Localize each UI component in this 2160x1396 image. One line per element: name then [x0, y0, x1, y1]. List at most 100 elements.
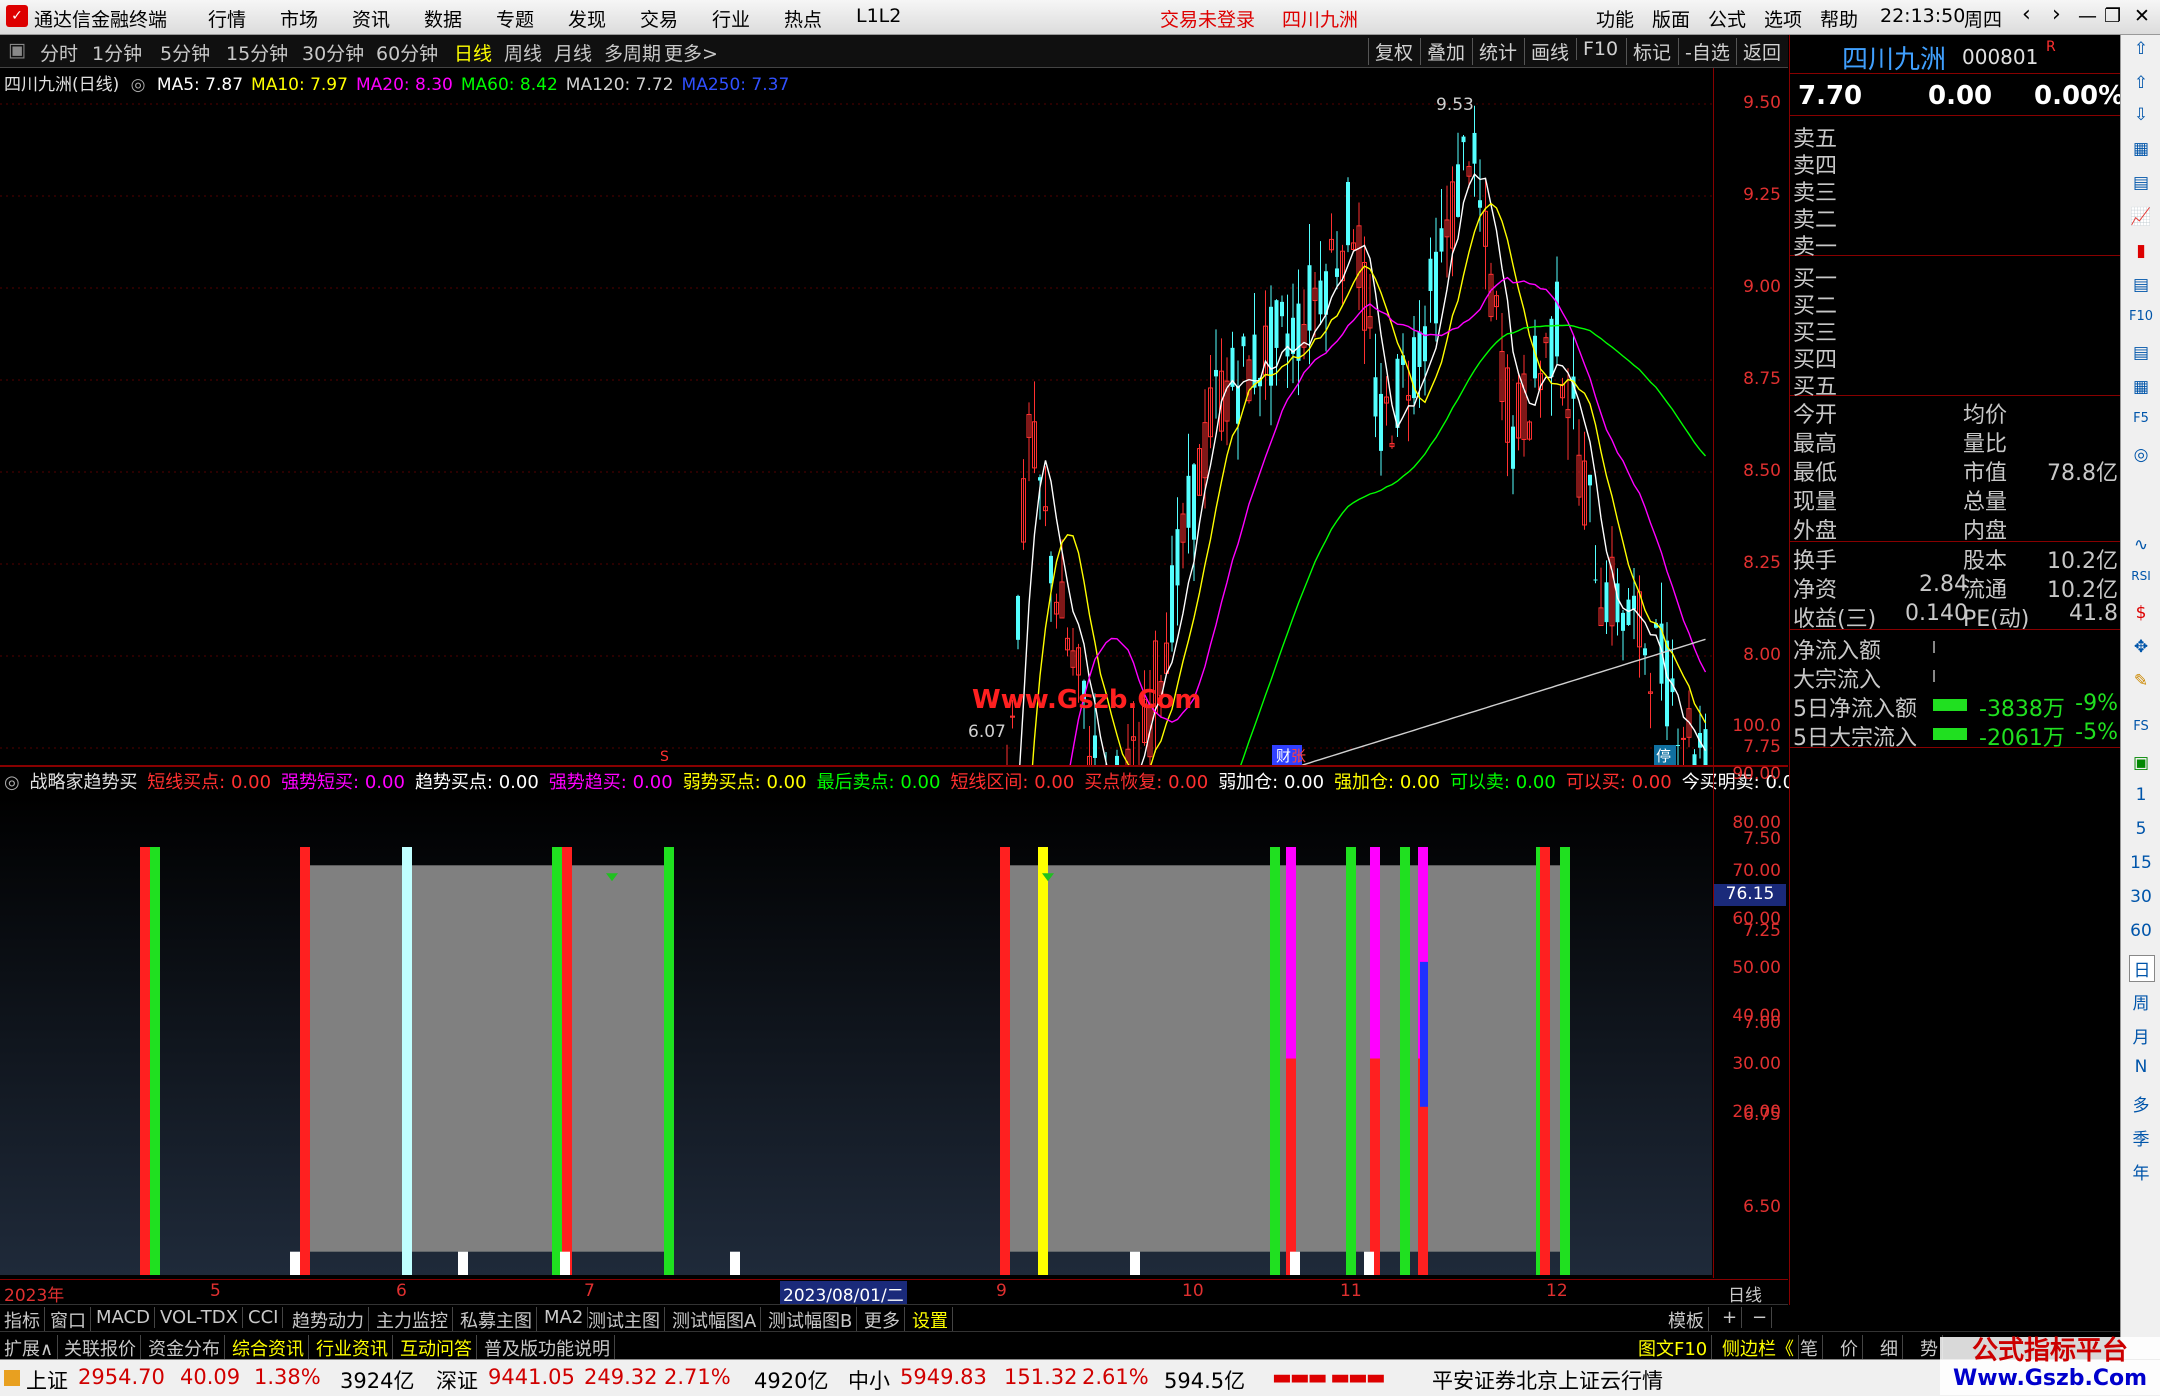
menu-trade[interactable]: 交易 — [640, 5, 678, 32]
period-month[interactable]: 月线 — [554, 39, 592, 66]
buy-level-1[interactable]: 买二 — [1793, 288, 2118, 319]
sidebar-up2-icon[interactable]: ⇧ — [2129, 73, 2153, 93]
sell-level-1[interactable]: 卖四 — [1793, 148, 2118, 179]
period-multi[interactable]: 多周期 — [604, 39, 661, 66]
sidebar-period-0[interactable]: 1 — [2129, 785, 2153, 805]
stat-row-2[interactable]: 最低 市值 78.8亿 — [1793, 455, 2118, 486]
sidebar-period-2[interactable]: 15 — [2129, 853, 2153, 873]
menu-market[interactable]: 市场 — [280, 5, 318, 32]
flow-row-2[interactable]: 5日净流入额 -3838万 -9% — [1793, 691, 2118, 722]
flow-row-1[interactable]: 大宗流入 — [1793, 662, 2118, 693]
indicator-options-icon[interactable]: ◎ — [4, 772, 20, 793]
tab-test-sub-a[interactable]: 测试幅图A — [668, 1307, 762, 1333]
close-icon[interactable]: ✕ — [2134, 5, 2150, 27]
tab-qa[interactable]: 互动问答 — [396, 1335, 477, 1361]
tab-remove[interactable]: − — [1748, 1307, 1773, 1328]
minimize-icon[interactable]: — — [2078, 5, 2097, 27]
tab-macd[interactable]: MACD — [92, 1307, 155, 1328]
fin-row-1[interactable]: 净资 2.84 流通 10.2亿 — [1793, 572, 2118, 603]
indicator-chart[interactable] — [0, 795, 1712, 1275]
menu-formula[interactable]: 公式 — [1708, 5, 1746, 32]
btn-mark[interactable]: 标记 — [1626, 38, 1671, 65]
menu-help[interactable]: 帮助 — [1820, 5, 1858, 32]
sidebar-period-5[interactable]: 日 — [2129, 955, 2155, 982]
tab-main-monitor[interactable]: 主力监控 — [372, 1307, 453, 1333]
menu-topic[interactable]: 专题 — [496, 5, 534, 32]
tab-price[interactable]: 价 — [1836, 1335, 1863, 1361]
buy-level-4[interactable]: 买五 — [1793, 369, 2118, 400]
sell-level-0[interactable]: 卖五 — [1793, 121, 2118, 152]
sidebar-f5-icon[interactable]: F5 — [2129, 411, 2153, 426]
sidebar-period-10[interactable]: 季 — [2129, 1125, 2153, 1150]
tab-industry-news[interactable]: 行业资讯 — [312, 1335, 393, 1361]
tab-cci[interactable]: CCI — [244, 1307, 284, 1328]
buy-level-3[interactable]: 买四 — [1793, 342, 2118, 373]
buy-level-2[interactable]: 买三 — [1793, 315, 2118, 346]
tab-detail[interactable]: 细 — [1876, 1335, 1903, 1361]
tab-sidebar-toggle[interactable]: 侧边栏《 — [1718, 1335, 1799, 1361]
stat-row-1[interactable]: 最高 量比 — [1793, 426, 2118, 457]
sz-name[interactable]: 深证 — [436, 1365, 478, 1395]
back-arrow-icon[interactable]: ‹ — [2022, 2, 2031, 27]
tab-test-sub-b[interactable]: 测试幅图B — [764, 1307, 858, 1333]
btn-fuquan[interactable]: 复权 — [1368, 38, 1413, 65]
fin-row-2[interactable]: 收益(三) 0.140 PE(动) 41.8 — [1793, 601, 2118, 632]
sidebar-fs-icon[interactable]: FS — [2129, 719, 2153, 734]
tab-template[interactable]: 模板 — [1664, 1307, 1709, 1333]
sidebar-period-4[interactable]: 60 — [2129, 921, 2153, 941]
tab-private-main[interactable]: 私募主图 — [456, 1307, 537, 1333]
sidebar-circle-icon[interactable]: ◎ — [2129, 445, 2153, 465]
sidebar-kline-icon[interactable]: ▮ — [2129, 241, 2153, 261]
btn-overlay[interactable]: 叠加 — [1420, 38, 1465, 65]
menu-industry[interactable]: 行业 — [712, 5, 750, 32]
sidebar-period-11[interactable]: 年 — [2129, 1159, 2153, 1184]
btn-draw[interactable]: 画线 — [1524, 38, 1569, 65]
tab-fund-distribution[interactable]: 资金分布 — [144, 1335, 225, 1361]
stat-row-0[interactable]: 今开 均价 — [1793, 397, 2118, 428]
btn-watchlist[interactable]: -自选 — [1678, 38, 1730, 65]
stat-row-3[interactable]: 现量 总量 — [1793, 484, 2118, 515]
menu-data[interactable]: 数据 — [424, 5, 462, 32]
indicator-name[interactable]: 战略家趋势买 — [29, 772, 137, 793]
sidebar-line-icon[interactable]: 📈 — [2129, 207, 2153, 227]
period-day[interactable]: 日线 — [454, 39, 492, 66]
sell-level-3[interactable]: 卖二 — [1793, 202, 2118, 233]
period-week[interactable]: 周线 — [504, 39, 542, 66]
panel-divider[interactable] — [0, 765, 1788, 767]
menu-function[interactable]: 功能 — [1596, 5, 1634, 32]
login-status[interactable]: 交易未登录 — [1160, 5, 1255, 32]
forward-arrow-icon[interactable]: › — [2052, 2, 2061, 27]
tab-general-news[interactable]: 综合资讯 — [228, 1335, 309, 1361]
sidebar-up-icon[interactable]: ⇧ — [2129, 39, 2153, 59]
tab-graphic-f10[interactable]: 图文F10 — [1634, 1335, 1713, 1361]
sidebar-chart-icon[interactable]: ▣ — [2129, 753, 2153, 773]
btn-stats[interactable]: 统计 — [1472, 38, 1517, 65]
tab-ma2[interactable]: MA2 — [540, 1307, 589, 1328]
period-1min[interactable]: 1分钟 — [92, 39, 142, 66]
sidebar-grid-icon[interactable]: ▤ — [2129, 173, 2153, 193]
zx-name[interactable]: 中小 — [848, 1365, 890, 1395]
menu-layout[interactable]: 版面 — [1652, 5, 1690, 32]
sidebar-list-icon[interactable]: ▤ — [2129, 343, 2153, 363]
period-60min[interactable]: 60分钟 — [376, 39, 438, 66]
tab-vol-tdx[interactable]: VOL-TDX — [156, 1307, 243, 1328]
btn-back[interactable]: 返回 — [1736, 38, 1781, 65]
sidebar-table-icon[interactable]: ▦ — [2129, 377, 2153, 397]
sh-name[interactable]: 上证 — [26, 1365, 68, 1395]
buy-level-0[interactable]: 买一 — [1793, 261, 2118, 292]
tab-basic-edition[interactable]: 普及版功能说明 — [480, 1335, 615, 1361]
tab-indicator[interactable]: 指标 — [0, 1307, 45, 1333]
sell-level-2[interactable]: 卖三 — [1793, 175, 2118, 206]
sidebar-period-6[interactable]: 周 — [2129, 989, 2153, 1014]
menu-news[interactable]: 资讯 — [352, 5, 390, 32]
sidebar-doc-icon[interactable]: ▤ — [2129, 275, 2153, 295]
period-5min[interactable]: 5分钟 — [160, 39, 210, 66]
flow-row-0[interactable]: 净流入额 — [1793, 633, 2118, 664]
sidebar-pen-icon[interactable]: ✎ — [2129, 671, 2153, 691]
period-15min[interactable]: 15分钟 — [226, 39, 288, 66]
tab-expand[interactable]: 扩展∧ — [0, 1335, 59, 1361]
sidebar-tile-icon[interactable]: ▦ — [2129, 139, 2153, 159]
tab-add[interactable]: + — [1718, 1307, 1743, 1328]
tab-more[interactable]: 更多 — [860, 1307, 905, 1333]
sidebar-wave-icon[interactable]: ∿ — [2129, 535, 2153, 555]
